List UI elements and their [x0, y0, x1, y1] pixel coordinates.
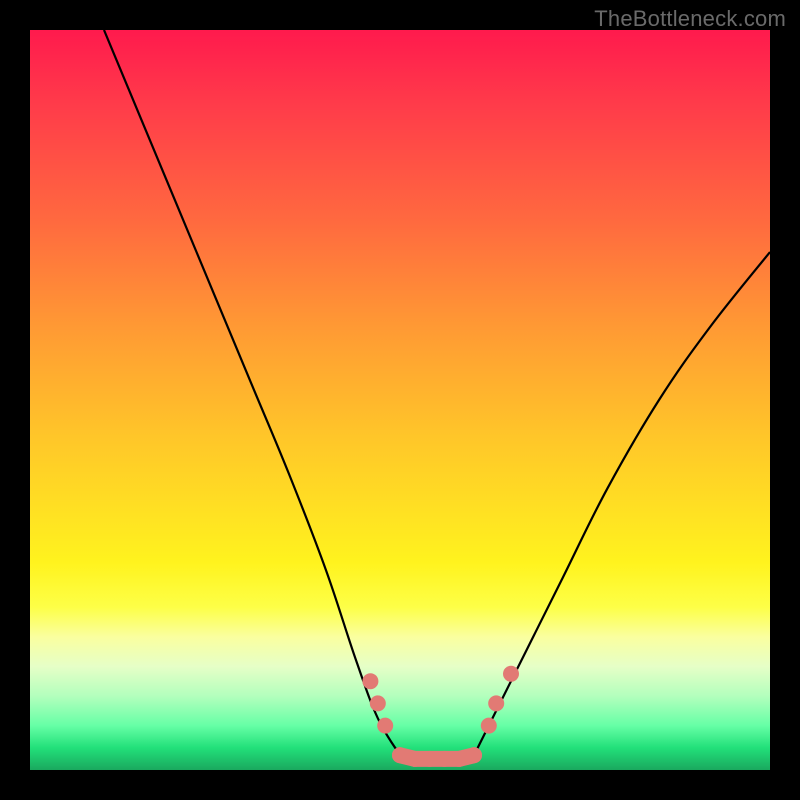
marker-dot — [466, 747, 482, 763]
marker-dot — [377, 718, 393, 734]
watermark-text: TheBottleneck.com — [594, 6, 786, 32]
marker-dots — [362, 666, 519, 767]
marker-dot — [407, 751, 423, 767]
marker-dot — [451, 751, 467, 767]
marker-dot — [370, 695, 386, 711]
marker-dot — [422, 751, 438, 767]
marker-dot — [392, 747, 408, 763]
series-right-curve — [474, 252, 770, 755]
marker-dot — [436, 751, 452, 767]
chart-frame: TheBottleneck.com — [0, 0, 800, 800]
curve-paths — [104, 30, 770, 755]
marker-dot — [488, 695, 504, 711]
marker-dot — [481, 718, 497, 734]
marker-dot — [362, 673, 378, 689]
marker-dot — [503, 666, 519, 682]
series-left-curve — [104, 30, 400, 755]
curve-layer — [30, 30, 770, 770]
plot-area — [30, 30, 770, 770]
